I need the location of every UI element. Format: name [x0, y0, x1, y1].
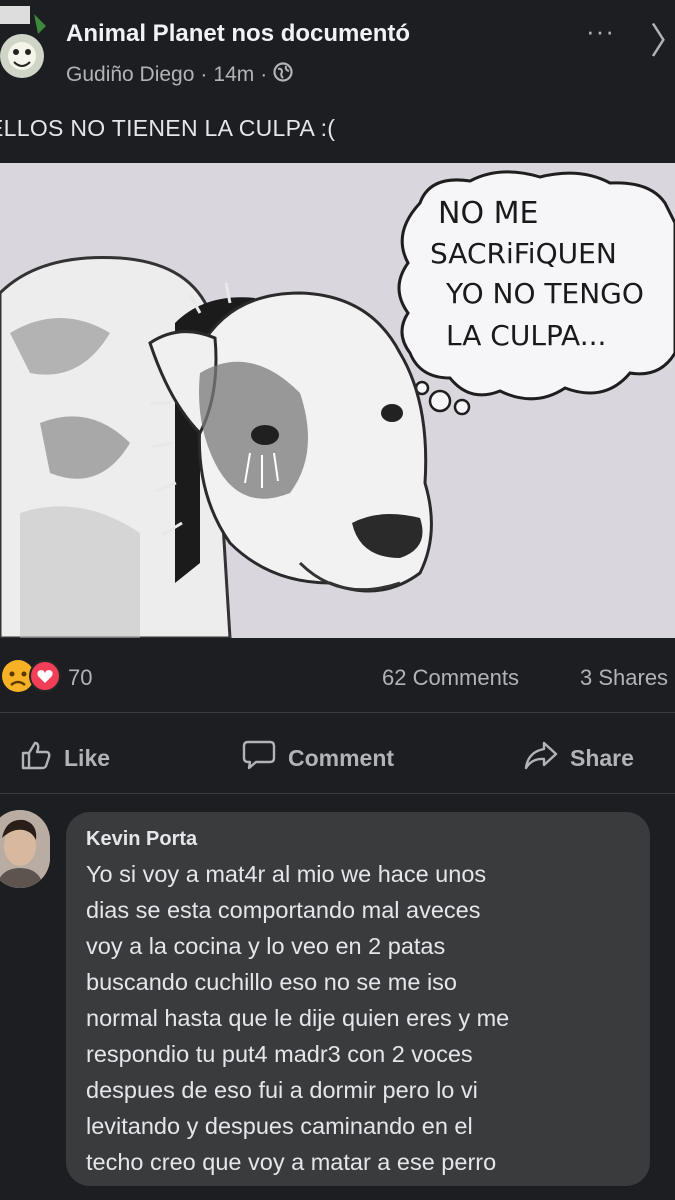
comment-label: Comment — [288, 744, 395, 771]
post-time[interactable]: 14m — [213, 63, 254, 87]
globe-icon — [273, 62, 293, 88]
comments-count[interactable]: 62 Comments — [382, 665, 519, 691]
share-label: Share — [570, 744, 634, 771]
comment-line: buscando cuchillo eso no se me iso — [86, 969, 457, 995]
group-name[interactable]: Animal Planet nos documentó — [66, 20, 410, 48]
reaction-count: 70 — [68, 665, 93, 690]
shares-count[interactable]: 3 Shares — [580, 665, 668, 691]
meta-separator: · — [260, 63, 268, 86]
speech-line: YO NO TENGO — [445, 277, 644, 310]
comment-text: Yo si voy a mat4r al mio we hace unos di… — [86, 856, 646, 1180]
comment-line: despues de eso fui a dormir pero lo vi — [86, 1077, 478, 1103]
like-label: Like — [64, 744, 111, 771]
author-name[interactable]: Gudiño Diego — [66, 63, 194, 87]
comment-line: levitando y despues caminando en el — [86, 1113, 473, 1139]
reactions-summary[interactable]: 70 — [0, 659, 93, 698]
comment-button[interactable]: Comment — [242, 738, 394, 778]
post-meta: Gudiño Diego · 14m · — [66, 62, 293, 88]
comment-icon — [242, 739, 276, 777]
commenter-name[interactable]: Kevin Porta — [86, 828, 197, 851]
comment-line: techo creo que voy a matar a ese perro — [86, 1149, 497, 1175]
more-options-button[interactable]: ··· — [586, 16, 615, 47]
commenter-avatar[interactable] — [0, 810, 50, 888]
love-reaction-icon — [28, 659, 62, 698]
speech-line: LA CULPA... — [446, 319, 606, 352]
comment-line: Yo si voy a mat4r al mio we hace unos — [86, 861, 487, 887]
speech-line: NO ME — [438, 196, 538, 231]
comment-line: dias se esta comportando mal aveces — [86, 897, 481, 923]
thumbs-up-icon — [20, 739, 52, 777]
comment-line: voy a la cocina y lo veo en 2 patas — [86, 933, 446, 959]
speech-line: SACRiFiQUEN — [430, 237, 617, 270]
meta-separator: · — [200, 63, 208, 86]
share-button[interactable]: Share — [524, 738, 634, 778]
divider — [0, 793, 675, 794]
post-image[interactable]: NO ME SACRiFiQUEN YO NO TENGO LA CULPA..… — [0, 163, 675, 638]
group-avatar[interactable] — [0, 0, 48, 90]
share-icon — [524, 739, 558, 777]
comment-line: normal hasta que le dije quien eres y me — [86, 1005, 510, 1031]
post-caption: ELLOS NO TIENEN LA CULPA :( — [0, 115, 336, 141]
close-icon[interactable]: 〉 — [650, 12, 675, 64]
divider — [0, 712, 675, 713]
comment-line: respondio tu put4 madr3 con 2 voces — [86, 1041, 473, 1067]
like-button[interactable]: Like — [20, 738, 110, 778]
